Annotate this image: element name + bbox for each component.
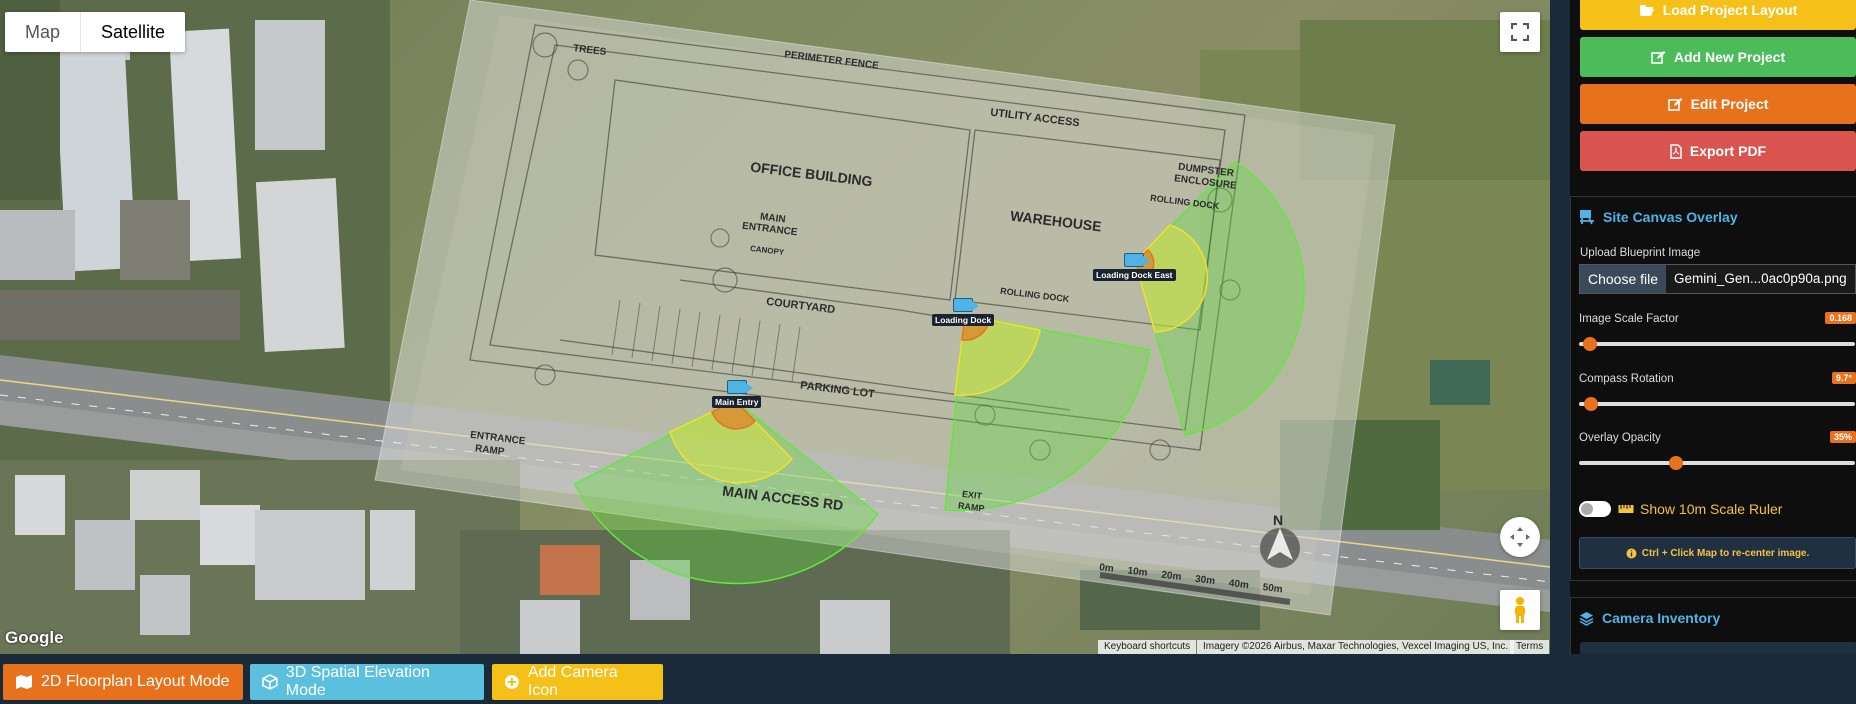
drafting-table-icon [1580, 210, 1594, 225]
recenter-tip-text: Ctrl + Click Map to re-center image. [1641, 547, 1810, 559]
add-camera-button[interactable]: Add Camera Icon [492, 664, 663, 700]
choose-file-button[interactable]: Choose file [1580, 265, 1667, 293]
satellite-imagery [0, 0, 1550, 654]
camera-marker-main-entry[interactable]: Main Entry [712, 380, 762, 408]
overlay-opacity-label: Overlay Opacity [1579, 432, 1661, 444]
load-project-label: Load Project Layout [1662, 2, 1798, 18]
camera-inventory-panel: Camera Inventory [1570, 597, 1856, 654]
overlay-opacity-badge: 35% [1829, 431, 1856, 443]
map-type-control: Map Satellite [5, 12, 186, 52]
camera-inventory-title-text: Camera Inventory [1602, 610, 1721, 626]
map-type-satellite-button[interactable]: Satellite [80, 12, 185, 52]
google-logo: Google [5, 628, 64, 647]
camera-marker-loading-dock-east[interactable]: Loading Dock East [1093, 253, 1176, 281]
map-view[interactable]: TREES PERIMETER FENCE UTILITY ACCESS OFF… [0, 0, 1550, 654]
compass-rotation-slider[interactable] [1579, 397, 1855, 411]
file-pdf-icon [1670, 143, 1682, 159]
camera-pan-control[interactable] [1500, 517, 1540, 557]
folder-open-icon [1639, 5, 1654, 16]
scale-ruler-label-text: Show 10m Scale Ruler [1640, 501, 1783, 517]
spatial-elevation-mode-label: 3D Spatial Elevation Mode [285, 664, 430, 699]
control-sidebar: Load Project Layout Add New Project Edit… [1570, 0, 1856, 654]
street-view-pegman[interactable] [1500, 590, 1540, 630]
add-project-button[interactable]: Add New Project [1580, 37, 1856, 77]
fullscreen-button[interactable] [1500, 12, 1540, 52]
compass-rotation-badge: 9.7° [1831, 372, 1856, 384]
scale-ruler-toggle[interactable] [1579, 501, 1611, 517]
plus-circle-icon [504, 675, 519, 689]
camera-label: Loading Dock East [1093, 269, 1176, 281]
edit-square-icon [1651, 50, 1666, 64]
compass-rotation-label: Compass Rotation [1579, 373, 1674, 385]
spatial-elevation-mode-button[interactable]: 3D Spatial Elevation Mode [250, 664, 484, 700]
info-circle-icon [1626, 548, 1637, 558]
scale-factor-badge: 0.168 [1825, 312, 1856, 324]
overlay-opacity-slider[interactable] [1579, 456, 1855, 470]
slider-thumb[interactable] [1668, 456, 1683, 470]
export-pdf-label: Export PDF [1689, 143, 1767, 159]
floorplan-mode-label: 2D Floorplan Layout Mode [41, 673, 230, 690]
camera-marker-loading-dock[interactable]: Loading Dock [932, 298, 995, 326]
imagery-attribution: Imagery ©2026 Airbus, Maxar Technologies… [1197, 640, 1515, 654]
blueprint-file-input[interactable]: Choose file Gemini_Gen...0ac0p90a.png [1579, 264, 1856, 294]
site-canvas-title: Site Canvas Overlay [1571, 209, 1746, 225]
pegman-icon [1515, 597, 1525, 623]
camera-icon [726, 380, 753, 394]
terms-link[interactable]: Terms [1510, 640, 1550, 654]
edit-project-label: Edit Project [1690, 96, 1769, 112]
ruler-icon [1618, 505, 1634, 513]
camera-inventory-list [1580, 642, 1856, 654]
map-type-map-button[interactable]: Map [5, 12, 80, 52]
floorplan-mode-button[interactable]: 2D Floorplan Layout Mode [3, 664, 243, 700]
fullscreen-icon [1511, 23, 1529, 41]
map-fold-icon [16, 675, 32, 689]
edit-square-icon [1667, 97, 1683, 111]
scale-factor-slider[interactable] [1579, 337, 1855, 351]
site-canvas-panel: Site Canvas Overlay Upload Blueprint Ima… [1570, 196, 1856, 581]
add-camera-label: Add Camera Icon [527, 664, 618, 699]
slider-thumb[interactable] [1583, 337, 1598, 351]
toggle-knob [1581, 503, 1593, 515]
keyboard-shortcuts-link[interactable]: Keyboard shortcuts [1098, 640, 1197, 654]
mode-toolbar: 2D Floorplan Layout Mode 3D Spatial Elev… [0, 654, 1550, 704]
camera-label: Loading Dock [932, 314, 995, 326]
camera-inventory-title[interactable]: Camera Inventory [1571, 610, 1728, 626]
upload-blueprint-label: Upload Blueprint Image [1580, 247, 1701, 259]
camera-label: Main Entry [712, 396, 762, 408]
selected-file-name: Gemini_Gen...0ac0p90a.png [1674, 271, 1847, 286]
scale-factor-label: Image Scale Factor [1579, 313, 1679, 325]
camera-icon [1124, 253, 1151, 267]
scale-ruler-toggle-label[interactable]: Show 10m Scale Ruler [1618, 501, 1782, 517]
load-project-button[interactable]: Load Project Layout [1580, 0, 1856, 30]
add-project-label: Add New Project [1673, 49, 1786, 65]
site-canvas-title-text: Site Canvas Overlay [1603, 209, 1738, 225]
export-pdf-button[interactable]: Export PDF [1580, 131, 1856, 171]
cube-icon [262, 674, 278, 690]
camera-icon [953, 298, 980, 312]
pan-arrows-icon [1510, 527, 1530, 547]
layers-icon [1579, 611, 1594, 626]
recenter-tip: Ctrl + Click Map to re-center image. [1579, 537, 1856, 569]
edit-project-button[interactable]: Edit Project [1580, 84, 1856, 124]
